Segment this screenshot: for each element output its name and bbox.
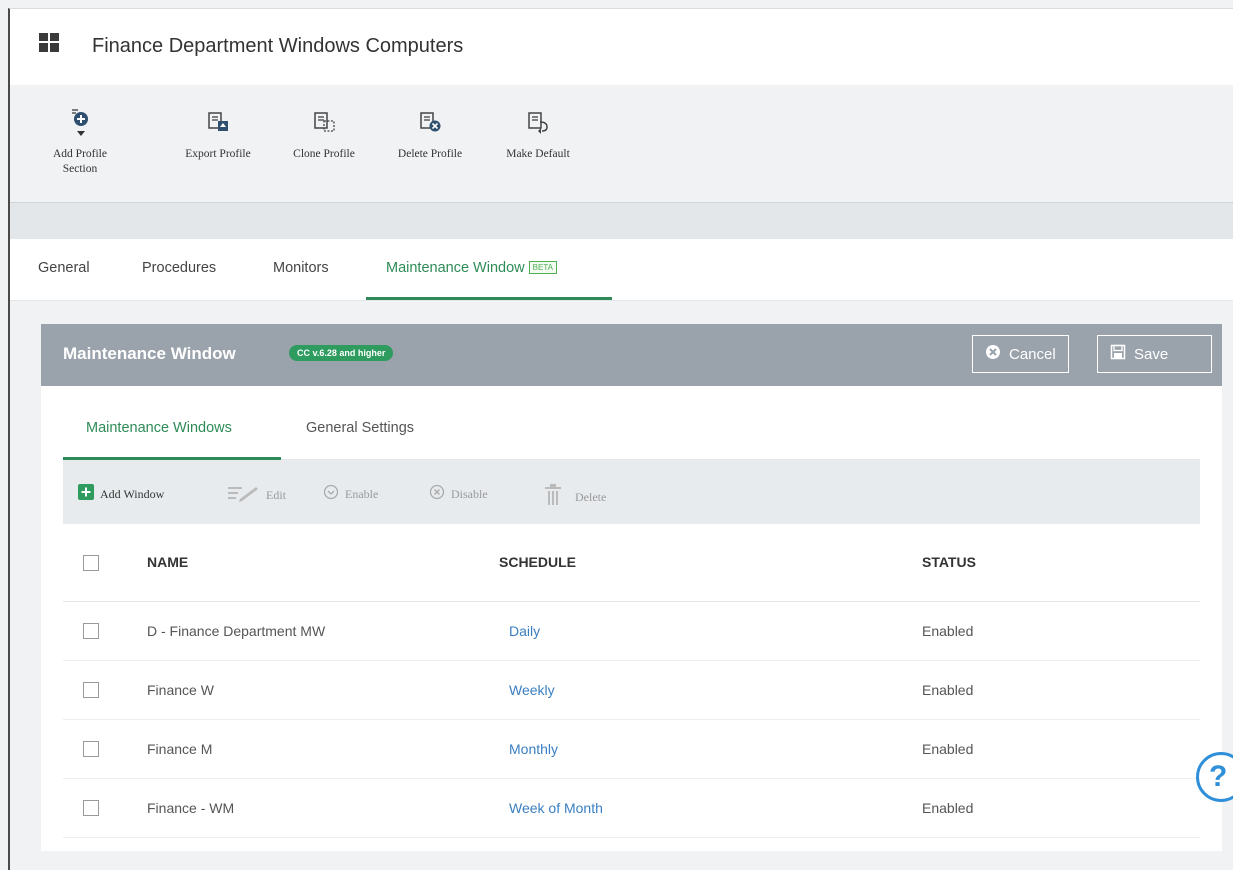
row-checkbox[interactable] xyxy=(83,800,99,816)
delete-profile-label: Delete Profile xyxy=(397,148,463,160)
cancel-icon xyxy=(985,344,1001,364)
enable-button[interactable]: Enable xyxy=(323,484,378,504)
active-tab-indicator xyxy=(366,297,612,300)
add-profile-section-label-2: Section xyxy=(62,163,98,175)
tab-monitors[interactable]: Monitors xyxy=(273,260,329,276)
make-default-icon xyxy=(526,107,550,139)
table-row: Finance - WM Week of Month Enabled xyxy=(63,779,1200,838)
edit-label: Edit xyxy=(266,487,286,502)
enable-icon xyxy=(323,484,339,504)
tab-maintenance-window[interactable]: Maintenance Window BETA xyxy=(386,260,557,276)
row-status: Enabled xyxy=(922,682,974,698)
row-schedule-link[interactable]: Daily xyxy=(509,623,540,639)
row-name: Finance W xyxy=(147,682,214,698)
row-checkbox[interactable] xyxy=(83,623,99,639)
delete-profile-icon xyxy=(418,107,442,139)
tab-maintenance-window-label: Maintenance Window xyxy=(386,260,525,276)
clone-profile-icon xyxy=(312,107,336,139)
profile-toolbar: Add Profile Section Export Profile Clone… xyxy=(10,85,1233,203)
windows-logo-icon xyxy=(39,33,59,52)
cancel-label: Cancel xyxy=(1009,345,1056,363)
clone-profile-label: Clone Profile xyxy=(293,148,355,160)
export-profile-label: Export Profile xyxy=(185,148,251,160)
make-default-button[interactable]: Make Default xyxy=(492,107,584,162)
delete-button[interactable]: Delete xyxy=(543,484,606,510)
make-default-label: Make Default xyxy=(506,148,570,160)
save-label: Save xyxy=(1134,345,1169,363)
maintenance-panel-header: Maintenance Window CC v.6.28 and higher … xyxy=(41,324,1222,386)
add-window-button[interactable]: Add Window xyxy=(78,484,164,504)
trash-icon xyxy=(543,484,563,510)
table-row: D - Finance Department MW Daily Enabled xyxy=(63,602,1200,661)
column-header-status[interactable]: STATUS xyxy=(922,554,976,570)
row-checkbox[interactable] xyxy=(83,682,99,698)
save-button[interactable]: Save xyxy=(1097,335,1212,373)
row-status: Enabled xyxy=(922,623,974,639)
maintenance-panel-body: Maintenance Windows General Settings Add… xyxy=(41,386,1222,851)
row-status: Enabled xyxy=(922,741,974,757)
row-schedule-link[interactable]: Monthly xyxy=(509,741,558,757)
app-frame: Finance Department Windows Computers Add… xyxy=(8,8,1233,870)
title-bar: Finance Department Windows Computers xyxy=(10,9,1233,85)
tab-procedures[interactable]: Procedures xyxy=(142,260,216,276)
beta-badge: BETA xyxy=(528,261,557,274)
delete-label: Delete xyxy=(575,489,607,504)
table-row: Finance W Weekly Enabled xyxy=(63,661,1200,720)
column-header-schedule[interactable]: SCHEDULE xyxy=(499,554,576,570)
edit-button[interactable]: Edit xyxy=(226,484,286,506)
add-profile-section-icon xyxy=(68,107,92,139)
action-bar: Add Window Edit Enable Disable Delete xyxy=(63,460,1200,524)
row-checkbox[interactable] xyxy=(83,741,99,757)
clone-profile-button[interactable]: Clone Profile xyxy=(278,107,370,162)
subtab-general-settings[interactable]: General Settings xyxy=(306,420,414,436)
panel-title: Maintenance Window xyxy=(63,344,236,363)
add-profile-section-label-1: Add Profile xyxy=(53,148,107,160)
add-window-label: Add Window xyxy=(100,486,165,501)
export-profile-button[interactable]: Export Profile xyxy=(170,107,266,162)
disable-label: Disable xyxy=(451,486,488,501)
row-name: D - Finance Department MW xyxy=(147,623,326,639)
page-title: Finance Department Windows Computers xyxy=(92,35,464,57)
row-name: Finance M xyxy=(147,741,213,757)
subtab-maintenance-windows[interactable]: Maintenance Windows xyxy=(86,420,232,436)
row-schedule-link[interactable]: Week of Month xyxy=(509,800,603,816)
version-badge: CC v.6.28 and higher xyxy=(289,345,394,361)
tab-general[interactable]: General xyxy=(38,260,90,276)
cancel-button[interactable]: Cancel xyxy=(972,335,1069,373)
column-header-name[interactable]: NAME xyxy=(147,554,188,570)
disable-button[interactable]: Disable xyxy=(429,484,488,504)
add-profile-section-button[interactable]: Add Profile Section xyxy=(48,107,112,177)
plus-icon xyxy=(78,484,94,504)
disable-icon xyxy=(429,484,445,504)
maintenance-card: Maintenance Windows General Settings Add… xyxy=(63,396,1200,838)
save-icon xyxy=(1110,344,1126,364)
enable-label: Enable xyxy=(345,486,379,501)
delete-profile-button[interactable]: Delete Profile xyxy=(382,107,478,162)
profile-tabs: General Procedures Monitors Maintenance … xyxy=(10,239,1233,301)
row-schedule-link[interactable]: Weekly xyxy=(509,682,555,698)
table-header: NAME SCHEDULE STATUS xyxy=(63,524,1200,602)
row-name: Finance - WM xyxy=(147,800,235,816)
toolbar-spacer xyxy=(10,203,1233,239)
table-row: Finance M Monthly Enabled xyxy=(63,720,1200,779)
edit-icon xyxy=(226,484,260,506)
select-all-checkbox[interactable] xyxy=(83,555,99,571)
row-status: Enabled xyxy=(922,800,974,816)
sub-tabs: Maintenance Windows General Settings xyxy=(63,396,1200,460)
export-profile-icon xyxy=(206,107,230,139)
